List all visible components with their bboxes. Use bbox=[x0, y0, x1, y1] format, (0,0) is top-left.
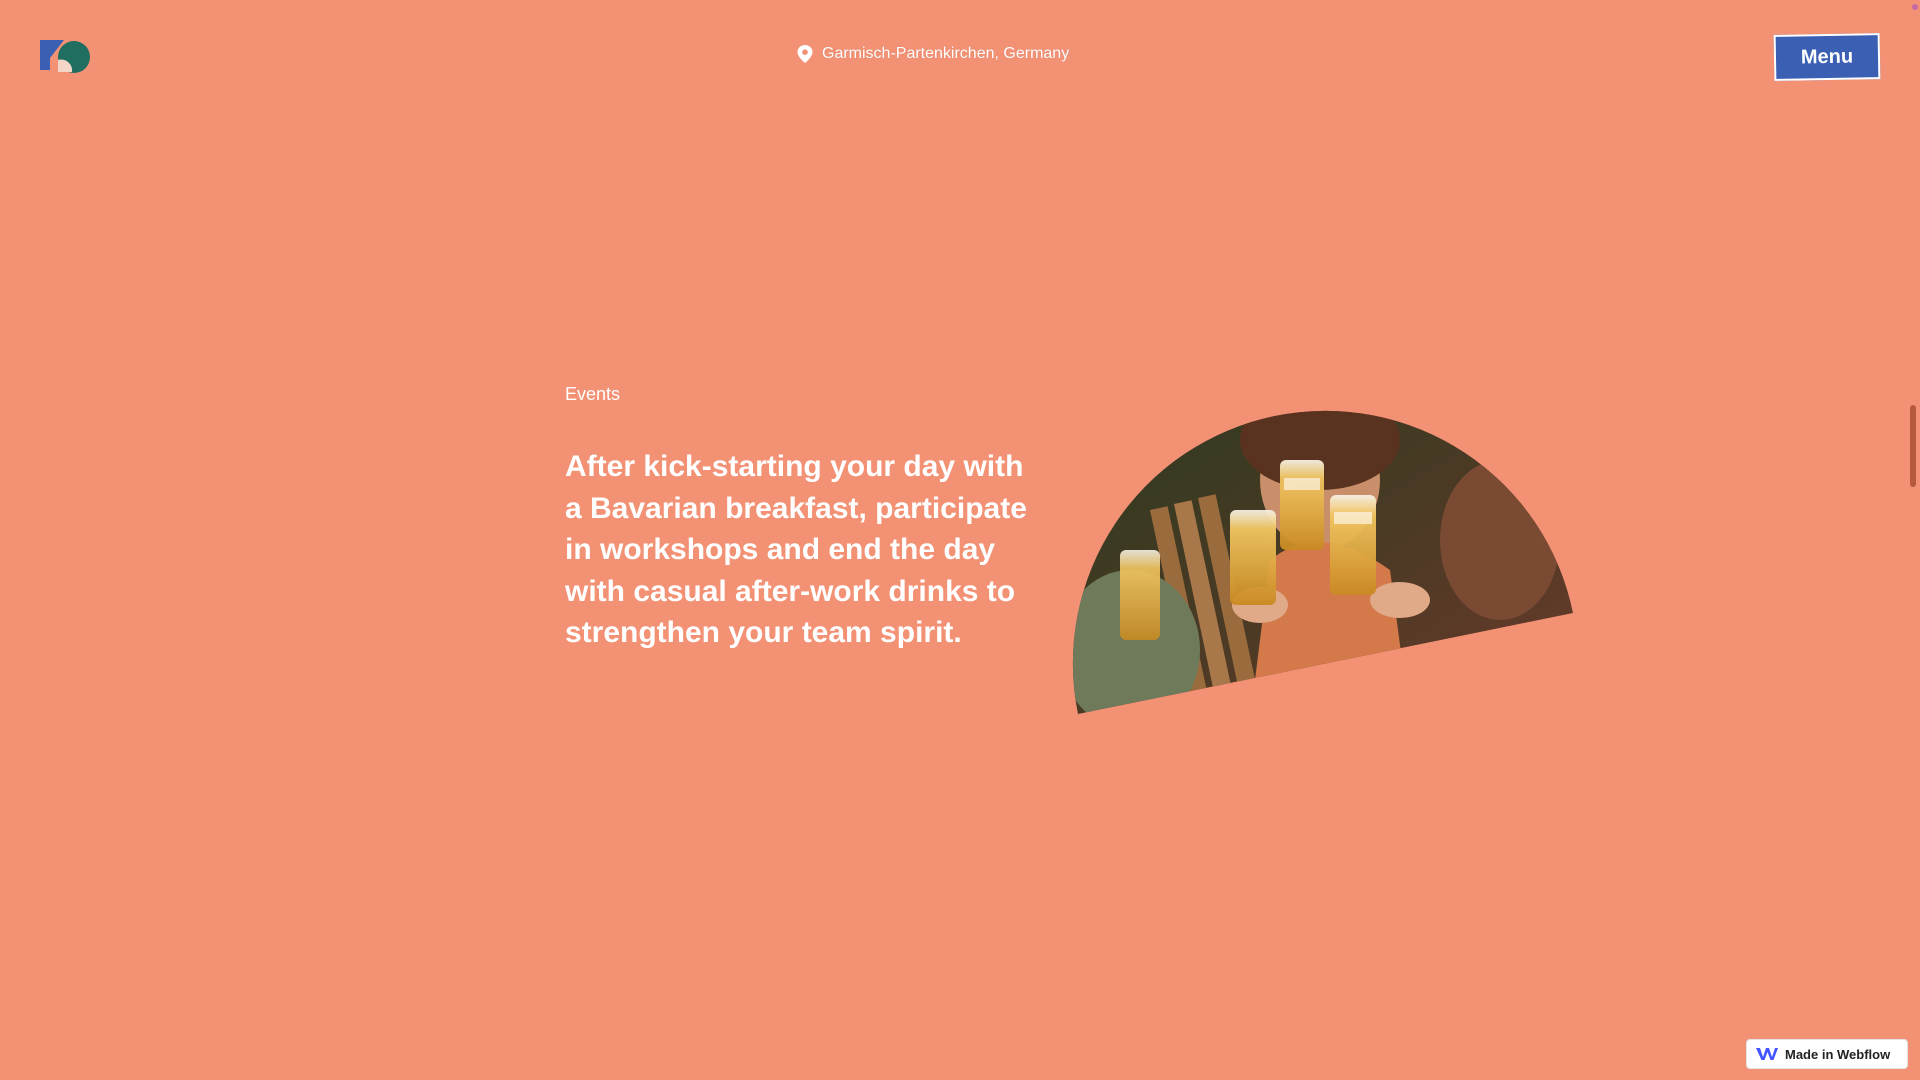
webflow-badge-label: Made in Webflow bbox=[1785, 1046, 1891, 1062]
location-label: Garmisch-Partenkirchen, Germany bbox=[796, 44, 1069, 64]
people-toasting-photo bbox=[1070, 400, 1580, 720]
scrollbar-thumb[interactable] bbox=[1910, 405, 1916, 487]
location-text: Garmisch-Partenkirchen, Germany bbox=[822, 45, 1070, 62]
section-label: Events bbox=[565, 384, 621, 404]
headline-text: After kick-starting your day with a Bava… bbox=[565, 450, 1027, 649]
menu-button[interactable]: Menu bbox=[1773, 33, 1881, 81]
webflow-logo-icon bbox=[1755, 1046, 1779, 1062]
made-in-webflow-badge[interactable]: Made in Webflow bbox=[1746, 1039, 1908, 1069]
map-pin-icon bbox=[796, 44, 814, 64]
brand-logo-icon[interactable] bbox=[38, 38, 94, 76]
page: Garmisch-Partenkirchen, Germany Menu Eve… bbox=[0, 0, 1920, 1080]
corner-dot bbox=[1912, 4, 1918, 10]
